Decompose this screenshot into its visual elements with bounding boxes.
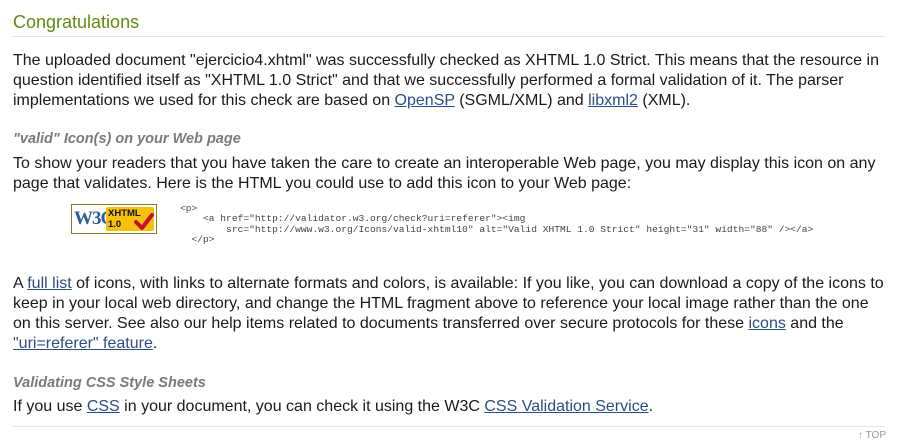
css-text: If you use xyxy=(13,398,87,415)
css-link[interactable]: CSS xyxy=(87,398,120,415)
icons-list-paragraph: A full list of icons, with links to alte… xyxy=(13,274,885,354)
css-validation-heading: Validating CSS Style Sheets xyxy=(13,375,206,391)
valid-icon-heading: "valid" Icon(s) on your Web page xyxy=(13,131,241,147)
icons-text-3: and the xyxy=(785,315,844,332)
libxml2-link[interactable]: libxml2 xyxy=(588,92,638,109)
css-validation-service-link[interactable]: CSS Validation Service xyxy=(484,398,648,415)
heading-divider xyxy=(13,36,885,37)
checkmark-icon xyxy=(134,213,154,230)
badge-label-line2: 1.0 xyxy=(108,219,122,230)
validation-summary-paragraph: The uploaded document "ejercicio4.xhtml"… xyxy=(13,51,885,111)
icons-help-link[interactable]: icons xyxy=(748,315,785,332)
icons-text-4: . xyxy=(152,335,158,352)
css-text-2: in your document, you can check it using… xyxy=(119,398,485,415)
uri-referer-link[interactable]: "uri=referer" feature xyxy=(13,335,153,352)
opensp-link[interactable]: OpenSP xyxy=(395,92,455,109)
full-list-link[interactable]: full list xyxy=(27,275,71,292)
congratulations-heading: Congratulations xyxy=(13,12,140,32)
summary-text-3: (XML). xyxy=(637,92,691,109)
summary-text-2: (SGML/XML) and xyxy=(454,92,589,109)
css-validation-paragraph: If you use CSS in your document, you can… xyxy=(13,397,885,417)
section-divider xyxy=(13,426,885,427)
back-to-top-link[interactable]: ↑ TOP xyxy=(858,430,886,442)
icons-text: A xyxy=(13,275,28,292)
css-text-3: . xyxy=(648,398,654,415)
badge-html-code-snippet: <p> <a href="http://validator.w3.org/che… xyxy=(180,203,814,246)
valid-icon-paragraph: To show your readers that you have taken… xyxy=(13,155,876,192)
valid-xhtml-badge-icon[interactable]: W3C XHTML 1.0 xyxy=(71,204,157,234)
